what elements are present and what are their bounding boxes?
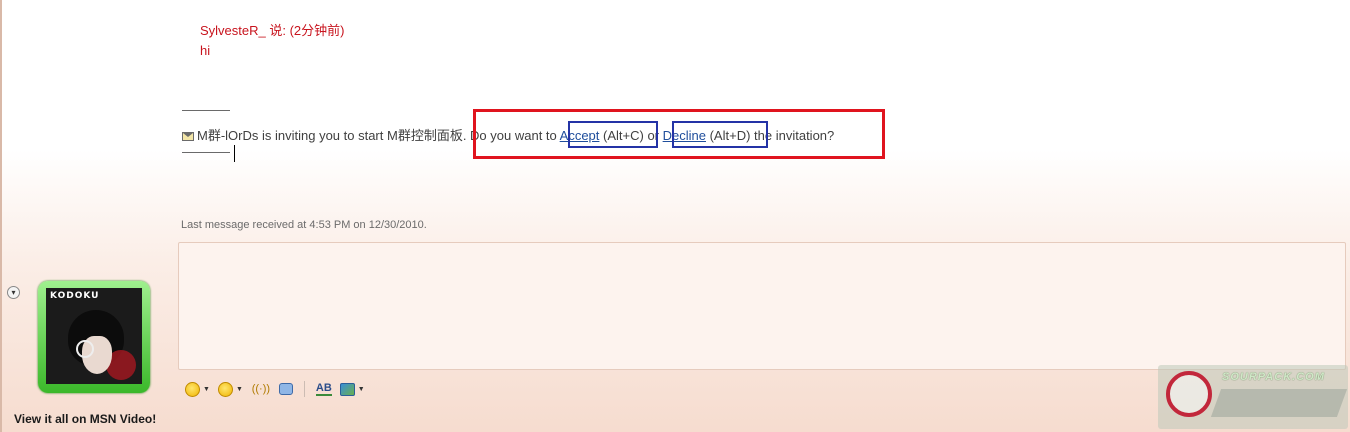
text-cursor xyxy=(234,145,235,162)
last-message-status: Last message received at 4:53 PM on 12/3… xyxy=(181,219,427,231)
avatar-caption: KODOKU xyxy=(50,291,100,301)
voice-clip-icon xyxy=(278,383,293,395)
nudge-icon: ((·)) xyxy=(251,382,271,395)
invitation-divider-top xyxy=(182,110,230,111)
voice-clip-button[interactable] xyxy=(276,379,296,399)
emoticon-icon xyxy=(185,381,200,397)
background-button[interactable]: ▼ xyxy=(337,379,368,399)
toolbar-separator xyxy=(303,381,305,397)
nudge-button[interactable]: ((·)) xyxy=(248,379,274,399)
input-toolbar: ▼ ▼ ((·)) AB ▼ xyxy=(182,378,368,400)
message-input[interactable] xyxy=(178,242,1346,370)
window-left-edge xyxy=(0,0,2,432)
font-icon: AB xyxy=(315,382,332,396)
watermark-site-text: SOURPACK.COM xyxy=(1222,371,1325,383)
chevron-down-icon: ▼ xyxy=(203,385,210,393)
avatar-headphone xyxy=(76,340,94,358)
invitation-divider-bottom xyxy=(182,152,230,153)
wink-button[interactable]: ▼ xyxy=(215,379,246,399)
wink-icon xyxy=(217,381,233,397)
avatar[interactable]: KODOKU xyxy=(38,281,150,393)
message-text: hi xyxy=(200,43,211,58)
msn-video-link[interactable]: View it all on MSN Video! xyxy=(14,412,156,426)
highlight-box-accept xyxy=(568,121,658,148)
watermark-circle-icon xyxy=(1166,371,1212,417)
envelope-icon xyxy=(182,132,194,141)
watermark-logo: SOURPACK.COM xyxy=(1158,365,1348,429)
avatar-picture: KODOKU xyxy=(46,288,142,384)
font-button[interactable]: AB xyxy=(313,379,335,399)
message-sender-line: SylvesteR_ 说: (2分钟前) xyxy=(200,23,345,38)
emoticon-button[interactable]: ▼ xyxy=(182,379,213,399)
background-icon xyxy=(339,382,355,396)
collapse-toggle-icon[interactable]: ▾ xyxy=(7,286,20,299)
watermark-stripe xyxy=(1210,389,1348,417)
highlight-box-decline xyxy=(672,121,768,148)
chevron-down-icon: ▼ xyxy=(357,385,365,393)
chevron-down-icon: ▼ xyxy=(235,385,243,393)
